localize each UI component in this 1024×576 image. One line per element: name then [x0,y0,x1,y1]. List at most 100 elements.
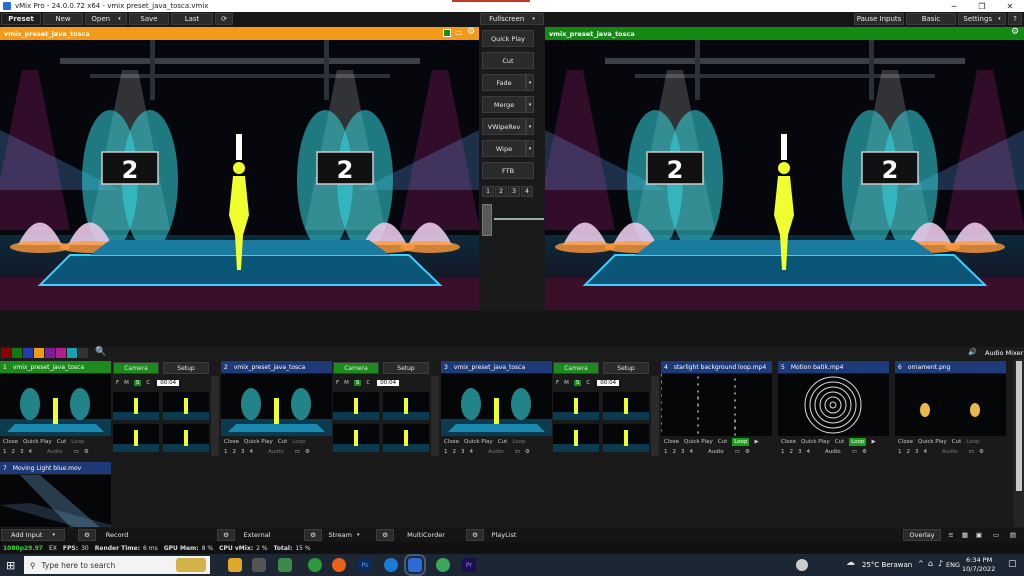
record-gear-icon[interactable]: ⚙ [78,529,96,541]
color-filter-swatch[interactable] [1,348,11,358]
vmix-taskbar-icon[interactable] [404,554,426,576]
camera-virtual-view[interactable] [553,392,599,420]
firefox-icon[interactable] [332,558,346,572]
transition-vwiperev-button[interactable]: VWipeRev [482,118,526,135]
input-quick-play-button[interactable]: Quick Play [23,439,52,445]
overlay-button[interactable]: Overlay [903,529,941,541]
input-overlay-2-button[interactable]: 2 [673,449,677,455]
chevron-down-icon[interactable]: ▾ [526,118,534,135]
list-view-icon[interactable]: ≡ [945,529,957,541]
color-filter-swatch[interactable] [12,348,22,358]
color-filter-swatch[interactable] [67,348,77,358]
open-button[interactable]: Open ▾ [85,13,127,25]
input-quick-play-button[interactable]: Quick Play [464,439,493,445]
input-cut-button[interactable]: Cut [498,439,507,445]
input-quick-play-button[interactable]: Quick Play [801,439,830,445]
input-overlay-1-button[interactable]: 1 [781,449,785,455]
windows-start-icon[interactable]: ⊞ [6,559,15,572]
camera-s-button[interactable]: S [353,380,362,386]
pause-inputs-button[interactable]: Pause Inputs [854,13,904,25]
input-overlay-4-button[interactable]: 4 [690,449,694,455]
layout-icon[interactable]: ▤ [1006,529,1020,541]
input-overlay-1-button[interactable]: 1 [664,449,668,455]
monitor-icon[interactable]: ▭ [74,449,79,455]
refresh-icon[interactable]: ⟳ [215,13,233,25]
camera-m-button[interactable]: M [124,380,129,386]
camera-virtual-view[interactable] [553,424,599,452]
camera-m-button[interactable]: M [564,380,569,386]
app-globe-icon[interactable] [436,558,450,572]
audio-mixer-label[interactable]: Audio Mixer [985,349,1023,357]
chevron-down-icon[interactable]: ▾ [357,532,360,538]
camera-virtual-view[interactable] [113,392,159,420]
file-explorer-icon[interactable] [228,558,242,572]
close-window-button[interactable]: ✕ [996,0,1024,12]
color-filter-swatch[interactable] [23,348,33,358]
input-header[interactable]: 1 vmix_preset_java_tosca [0,361,111,373]
input-overlay-4-button[interactable]: 4 [807,449,811,455]
input-loop-button[interactable]: Loop [732,438,750,446]
input-close-button[interactable]: Close [781,439,796,445]
transition-slot-1-button[interactable]: 1 [482,186,494,197]
transition-slot-4-button[interactable]: 4 [521,186,533,197]
premiere-icon[interactable]: Pr [462,558,476,572]
program-window[interactable]: 22 [545,40,1024,310]
input-quick-play-button[interactable]: Quick Play [918,439,947,445]
color-filter-swatch[interactable] [34,348,44,358]
volume-icon[interactable]: ♪ [938,559,943,568]
camera-button[interactable]: Camera [553,362,599,374]
input-overlay-4-button[interactable]: 4 [470,449,474,455]
stream-gear-icon[interactable]: ⚙ [304,529,322,541]
taskbar-search-box[interactable]: ⚲ Type here to search [24,556,210,574]
input-cut-button[interactable]: Cut [952,439,961,445]
color-filter-swatch[interactable] [56,348,66,358]
transition-cut-button[interactable]: Cut [482,52,534,69]
camera-button[interactable]: Camera [333,362,379,374]
fullscreen-button[interactable]: Fullscreen ▾ [480,13,544,25]
green-square-icon[interactable] [443,29,451,37]
gear-icon[interactable]: ⚙ [745,449,750,455]
camera-virtual-view[interactable] [383,392,429,420]
gear-icon[interactable]: ⚙ [862,449,867,455]
input-overlay-3-button[interactable]: 3 [461,449,465,455]
tray-chevron-icon[interactable]: ^ [918,560,924,568]
save-button[interactable]: Save [129,13,169,25]
input-cut-button[interactable]: Cut [57,439,66,445]
transition-merge-button[interactable]: Merge [482,96,526,113]
external-button[interactable]: External [237,529,277,541]
gear-icon[interactable]: ⚙ [84,449,89,455]
chevron-down-icon[interactable]: ▾ [532,16,535,22]
notification-icon[interactable]: ▢ [1008,559,1017,569]
camera-m-button[interactable]: M [344,380,349,386]
search-icon[interactable]: 🔍 [95,347,106,357]
camera-time-field[interactable]: 00:04 [597,380,620,386]
input-close-button[interactable]: Close [224,439,239,445]
input-overlay-1-button[interactable]: 1 [224,449,228,455]
chevron-down-icon[interactable]: ▾ [52,532,55,538]
input-close-button[interactable]: Close [444,439,459,445]
clock-date[interactable]: 10/7/2022 [962,565,995,573]
monitor-icon[interactable]: ▭ [852,449,857,455]
input-audio-button[interactable]: Audio [825,449,841,455]
input-thumbnail[interactable] [895,374,1006,436]
monitor-icon[interactable]: ▭ [515,449,520,455]
input-loop-button[interactable]: Loop [292,439,305,445]
input-thumbnail[interactable] [661,374,772,436]
help-tray-icon[interactable] [796,559,808,571]
input-overlay-2-button[interactable]: 2 [790,449,794,455]
input-overlay-3-button[interactable]: 3 [241,449,245,455]
clock-time[interactable]: 6:34 PM [966,556,992,564]
input-close-button[interactable]: Close [3,439,18,445]
transition-wipe-button[interactable]: Wipe [482,140,526,157]
camera-c-button[interactable]: C [366,380,370,386]
setup-button[interactable]: Setup [163,362,209,374]
input-overlay-3-button[interactable]: 3 [20,449,24,455]
weather-text[interactable]: 25°C Berawan [862,561,912,569]
multicorder-button[interactable]: MultiCorder [396,529,456,541]
input-overlay-2-button[interactable]: 2 [12,449,16,455]
monitor-icon[interactable]: ▭ [969,449,974,455]
input-cut-button[interactable]: Cut [718,439,727,445]
input-overlay-4-button[interactable]: 4 [29,449,33,455]
input-header[interactable]: 6 ornament.png [895,361,1006,373]
input-thumbnail[interactable] [0,374,111,436]
